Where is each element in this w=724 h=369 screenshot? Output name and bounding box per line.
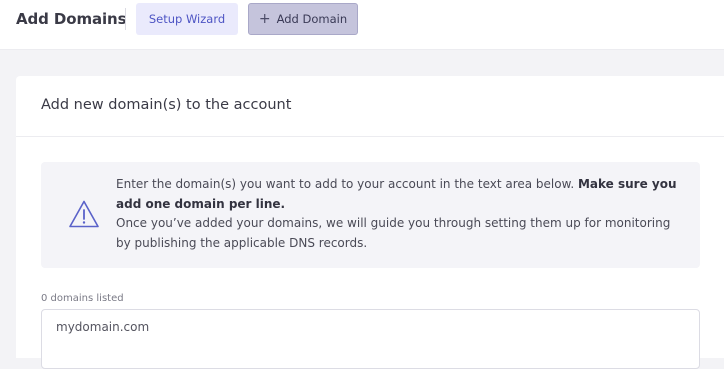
- add-domain-label: Add Domain: [276, 12, 348, 26]
- card-title: Add new domain(s) to the account: [41, 97, 292, 113]
- domains-textarea[interactable]: [41, 309, 700, 369]
- info-text-2: Once you’ve added your domains, we will …: [116, 216, 671, 250]
- card-header: Add new domain(s) to the account: [16, 76, 724, 137]
- info-text-1: Enter the domain(s) you want to add to y…: [116, 177, 578, 191]
- info-box: Enter the domain(s) you want to add to y…: [41, 162, 700, 268]
- setup-wizard-button[interactable]: Setup Wizard: [136, 3, 238, 35]
- warning-triangle-icon: [69, 200, 99, 228]
- page-title: Add Domains: [16, 10, 127, 28]
- plus-icon: +: [258, 11, 271, 27]
- title-divider: [125, 8, 126, 30]
- add-domain-button[interactable]: + Add Domain: [248, 3, 358, 35]
- info-text: Enter the domain(s) you want to add to y…: [116, 175, 686, 253]
- domains-count-label: 0 domains listed: [41, 293, 124, 304]
- top-bar: Add Domains Setup Wizard + Add Domain: [0, 0, 724, 50]
- add-domains-card: Add new domain(s) to the account Enter t…: [16, 76, 724, 369]
